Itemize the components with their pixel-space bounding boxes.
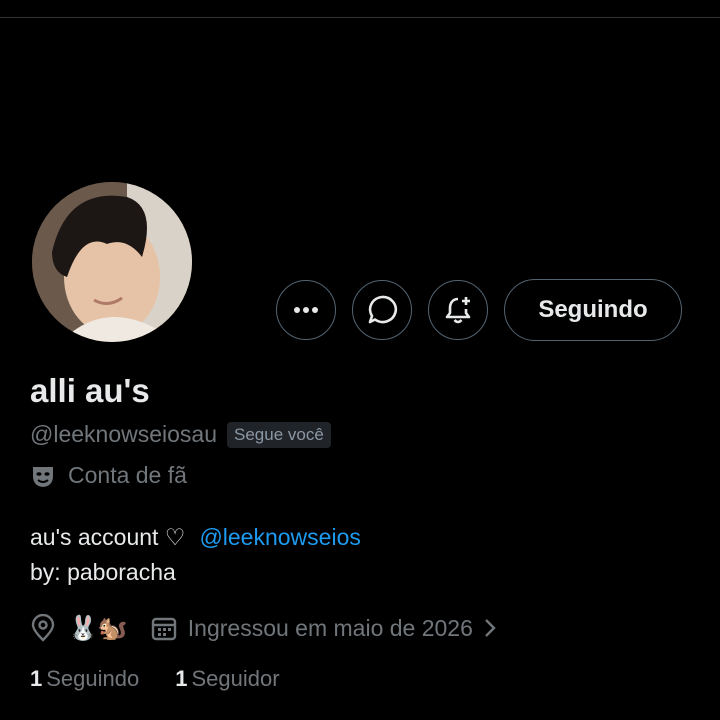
profile-meta: 🐰🐿️ Ingressou em maio de 2026	[30, 608, 501, 648]
profile-display-name: alli au's	[30, 372, 150, 409]
avatar[interactable]	[32, 182, 192, 342]
chevron-right-icon[interactable]	[479, 616, 501, 640]
bio-text: au's account ♡	[30, 524, 186, 550]
follow-counts: 1 Seguindo 1 Seguidor	[30, 666, 280, 692]
location-text: 🐰🐿️	[68, 614, 128, 642]
message-button[interactable]	[352, 280, 412, 340]
header-divider	[0, 17, 720, 18]
notifications-button[interactable]	[428, 280, 488, 340]
calendar-icon	[151, 617, 176, 641]
avatar-photo	[32, 182, 192, 342]
bio-line-2: by: paboracha	[30, 559, 176, 585]
category-label: Conta de fã	[68, 462, 187, 488]
location-pin-icon	[31, 614, 55, 642]
more-dots-icon	[294, 307, 318, 313]
bio-mention-link[interactable]: @leeknowseios	[199, 524, 360, 550]
followers-link[interactable]: 1 Seguidor	[175, 666, 279, 692]
follows-you-badge: Segue você	[227, 421, 331, 448]
following-link[interactable]: 1 Seguindo	[30, 666, 139, 692]
more-button[interactable]	[276, 280, 336, 340]
theater-mask-icon	[33, 466, 53, 487]
professional-category: Conta de fã	[30, 462, 187, 489]
profile-bio: au's account ♡ @leeknowseios by: paborach…	[30, 520, 361, 590]
bell-plus-icon	[445, 297, 471, 324]
followers-label: Seguidor	[191, 666, 280, 691]
following-count: 1	[30, 666, 43, 691]
following-label: Seguindo	[46, 666, 140, 691]
bio-line-1: au's account ♡ @leeknowseios	[30, 520, 361, 555]
profile-actions: Seguindo	[276, 278, 682, 342]
message-bubble-icon	[368, 295, 398, 324]
profile-handle: @leeknowseiosau	[30, 421, 218, 447]
joined-date: Ingressou em maio de 2026	[187, 614, 473, 641]
following-button[interactable]: Seguindo	[504, 279, 682, 341]
followers-count: 1	[175, 666, 188, 691]
handle-row: @leeknowseiosau Segue você	[30, 421, 331, 448]
